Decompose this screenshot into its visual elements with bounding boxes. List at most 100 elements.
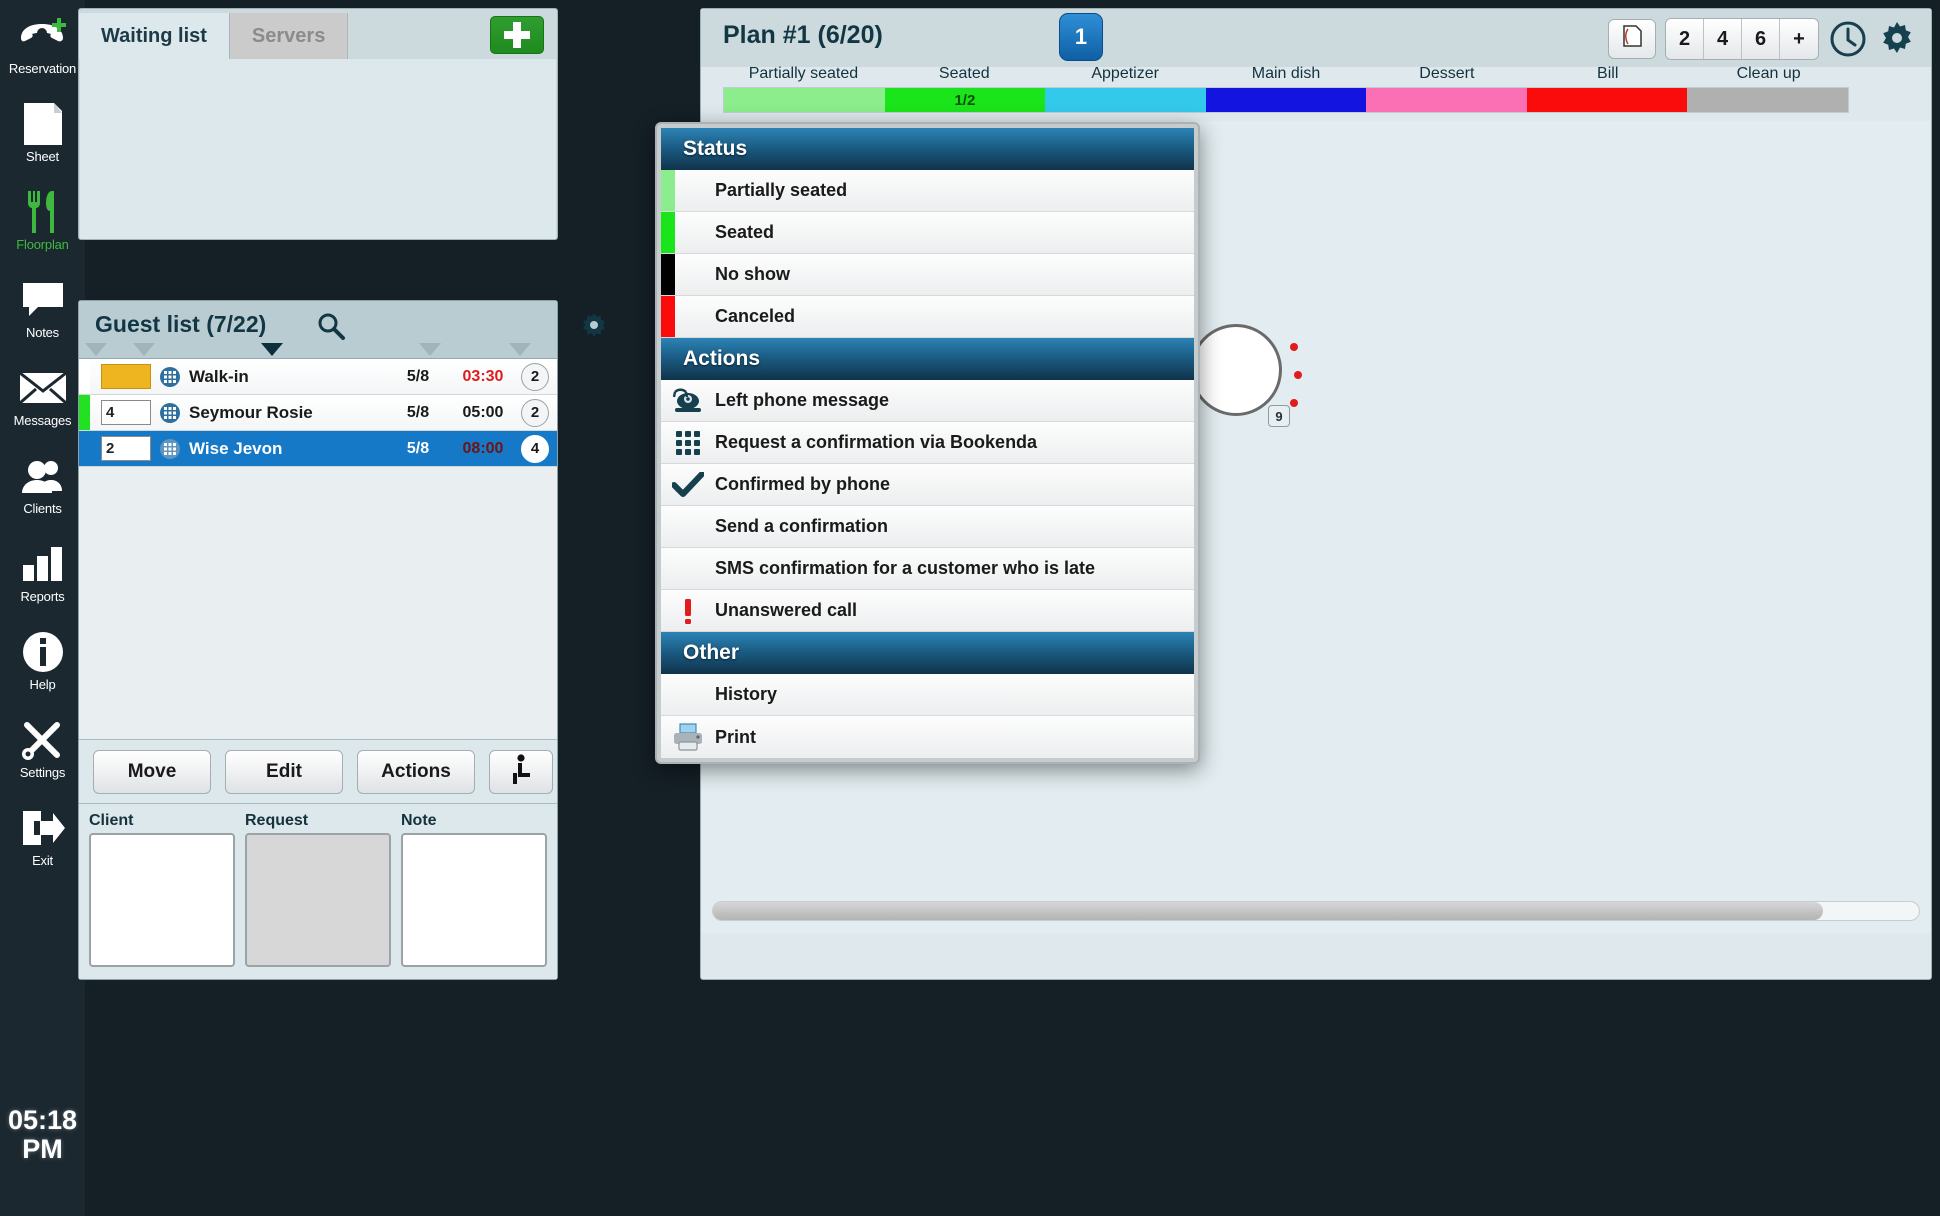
menu-item-confirmed-by-phone[interactable]: Confirmed by phone — [661, 464, 1194, 506]
context-menu-section-status: Status — [661, 128, 1194, 170]
menu-item-left-phone-message[interactable]: Left phone message — [661, 380, 1194, 422]
phone-plus-icon — [17, 12, 69, 60]
clock-icon[interactable] — [1828, 19, 1868, 59]
filter-funnel-5[interactable] — [509, 343, 531, 357]
menu-item-history[interactable]: History — [661, 674, 1194, 716]
filter-funnel-3-active[interactable] — [261, 343, 283, 357]
menu-item-canceled[interactable]: Canceled — [661, 296, 1194, 338]
sidebar-item-floorplan[interactable]: Floorplan — [0, 176, 85, 264]
filter-funnel-2[interactable] — [133, 343, 155, 357]
legend-color-bar: 1/2 — [723, 87, 1849, 113]
note-input[interactable] — [401, 833, 547, 967]
seat-count-4[interactable]: 4 — [1704, 19, 1742, 59]
legend-segment-fraction: 1/2 — [954, 92, 976, 109]
seated-person-icon — [508, 753, 534, 790]
search-icon[interactable] — [316, 311, 346, 341]
menu-item-send-a-confirmation[interactable]: Send a confirmation — [661, 506, 1194, 548]
menu-item-label: History — [715, 684, 778, 704]
seat-guest-button[interactable] — [489, 749, 553, 794]
move-button[interactable]: Move — [93, 749, 211, 794]
edit-button[interactable]: Edit — [225, 749, 343, 794]
bar-chart-icon — [20, 540, 66, 588]
speech-bubble-icon — [20, 276, 66, 324]
actions-button[interactable]: Actions — [357, 749, 475, 794]
sidebar-clock: 05:18 PM — [0, 1106, 85, 1164]
sidebar-item-exit[interactable]: Exit — [0, 792, 85, 880]
sidebar-item-label: Reports — [20, 589, 65, 604]
sidebar: Reservation Sheet Floorplan Notes Messag… — [0, 0, 85, 1216]
sheet-icon — [22, 100, 64, 148]
guest-list-header: Guest list (7/22) — [79, 301, 606, 359]
request-input[interactable] — [245, 833, 391, 967]
tab-label: Servers — [251, 24, 326, 47]
table-number-input[interactable]: 4 — [101, 400, 151, 425]
envelope-icon — [18, 364, 68, 412]
tab-servers[interactable]: Servers — [229, 13, 349, 59]
scrollbar-thumb[interactable] — [713, 902, 1823, 920]
table-number-input[interactable] — [101, 364, 151, 389]
request-field: Request — [245, 812, 391, 967]
filter-funnel-1[interactable] — [85, 343, 107, 357]
keypad-icon — [159, 366, 181, 388]
table-row[interactable]: 4 Seymour Rosie 5/8 05:00 2 — [79, 395, 557, 431]
sidebar-item-messages[interactable]: Messages — [0, 352, 85, 440]
seat-count-more[interactable]: + — [1780, 19, 1818, 59]
info-circle-icon — [21, 628, 65, 676]
guest-time: 03:30 — [462, 367, 504, 385]
guest-list-panel: Guest list (7/22) Walk-in 5/8 03:30 2 4 … — [78, 300, 606, 980]
legend-segment-dessert — [1366, 88, 1527, 112]
sidebar-item-label: Sheet — [26, 149, 59, 164]
sidebar-item-notes[interactable]: Notes — [0, 264, 85, 352]
chair-dot — [1290, 343, 1298, 351]
sidebar-item-reservation[interactable]: Reservation — [0, 0, 85, 88]
menu-item-partially-seated[interactable]: Partially seated — [661, 170, 1194, 212]
guest-time: 05:00 — [462, 403, 504, 421]
people-icon — [18, 452, 68, 500]
floorplan-scrollbar[interactable] — [712, 901, 1920, 921]
guest-count: 4 — [521, 434, 549, 463]
menu-item-seated[interactable]: Seated — [661, 212, 1194, 254]
floorplan-toolbar: 2 4 6 + — [1608, 18, 1917, 60]
sidebar-item-label: Messages — [13, 413, 72, 428]
note-field-label: Note — [401, 812, 437, 829]
exit-door-icon — [20, 804, 66, 852]
page-flip-icon — [1619, 23, 1645, 55]
table-number-input[interactable]: 2 — [101, 436, 151, 461]
menu-item-unanswered-call[interactable]: Unanswered call — [661, 590, 1194, 632]
menu-item-no-show[interactable]: No show — [661, 254, 1194, 296]
status-swatch — [661, 212, 675, 253]
sidebar-item-sheet[interactable]: Sheet — [0, 88, 85, 176]
seat-count-6[interactable]: 6 — [1742, 19, 1780, 59]
table-row[interactable]: 2 Wise Jevon 5/8 08:00 4 — [79, 431, 557, 467]
menu-item-request-confirmation-bookenda[interactable]: Request a confirmation via Bookenda — [661, 422, 1194, 464]
menu-item-label: Seated — [715, 222, 775, 242]
context-menu: Status Partially seated Seated No show C… — [655, 122, 1200, 764]
seat-count-2[interactable]: 2 — [1666, 19, 1704, 59]
status-swatch — [661, 296, 675, 337]
menu-item-print[interactable]: Print — [661, 716, 1194, 758]
sidebar-item-settings[interactable]: Settings — [0, 704, 85, 792]
floorplan-header: Plan #1 (6/20) 1 2 4 6 + — [701, 9, 1931, 67]
sidebar-item-label: Exit — [32, 853, 53, 868]
plan-number-badge[interactable]: 1 — [1059, 13, 1103, 61]
sidebar-item-help[interactable]: Help — [0, 616, 85, 704]
row-status-color — [79, 395, 90, 430]
floorplan-table[interactable] — [1190, 324, 1282, 416]
status-swatch — [661, 170, 675, 211]
tab-waiting-list[interactable]: Waiting list — [79, 13, 230, 59]
sidebar-item-clients[interactable]: Clients — [0, 440, 85, 528]
keypad-icon — [159, 438, 181, 460]
gear-icon[interactable] — [577, 309, 611, 348]
legend-labels: Partially seated Seated Appetizer Main d… — [723, 65, 1849, 87]
sidebar-item-reports[interactable]: Reports — [0, 528, 85, 616]
guest-count: 2 — [521, 398, 549, 427]
gear-icon[interactable] — [1877, 19, 1917, 59]
table-row[interactable]: Walk-in 5/8 03:30 2 — [79, 359, 557, 395]
menu-item-sms-confirmation-late[interactable]: SMS confirmation for a customer who is l… — [661, 548, 1194, 590]
client-input[interactable] — [89, 833, 235, 967]
filter-funnel-4[interactable] — [419, 343, 441, 357]
chair-dot — [1294, 371, 1302, 379]
row-status-color — [79, 431, 90, 466]
add-reservation-button[interactable] — [490, 16, 544, 54]
page-flip-button[interactable] — [1608, 19, 1656, 59]
